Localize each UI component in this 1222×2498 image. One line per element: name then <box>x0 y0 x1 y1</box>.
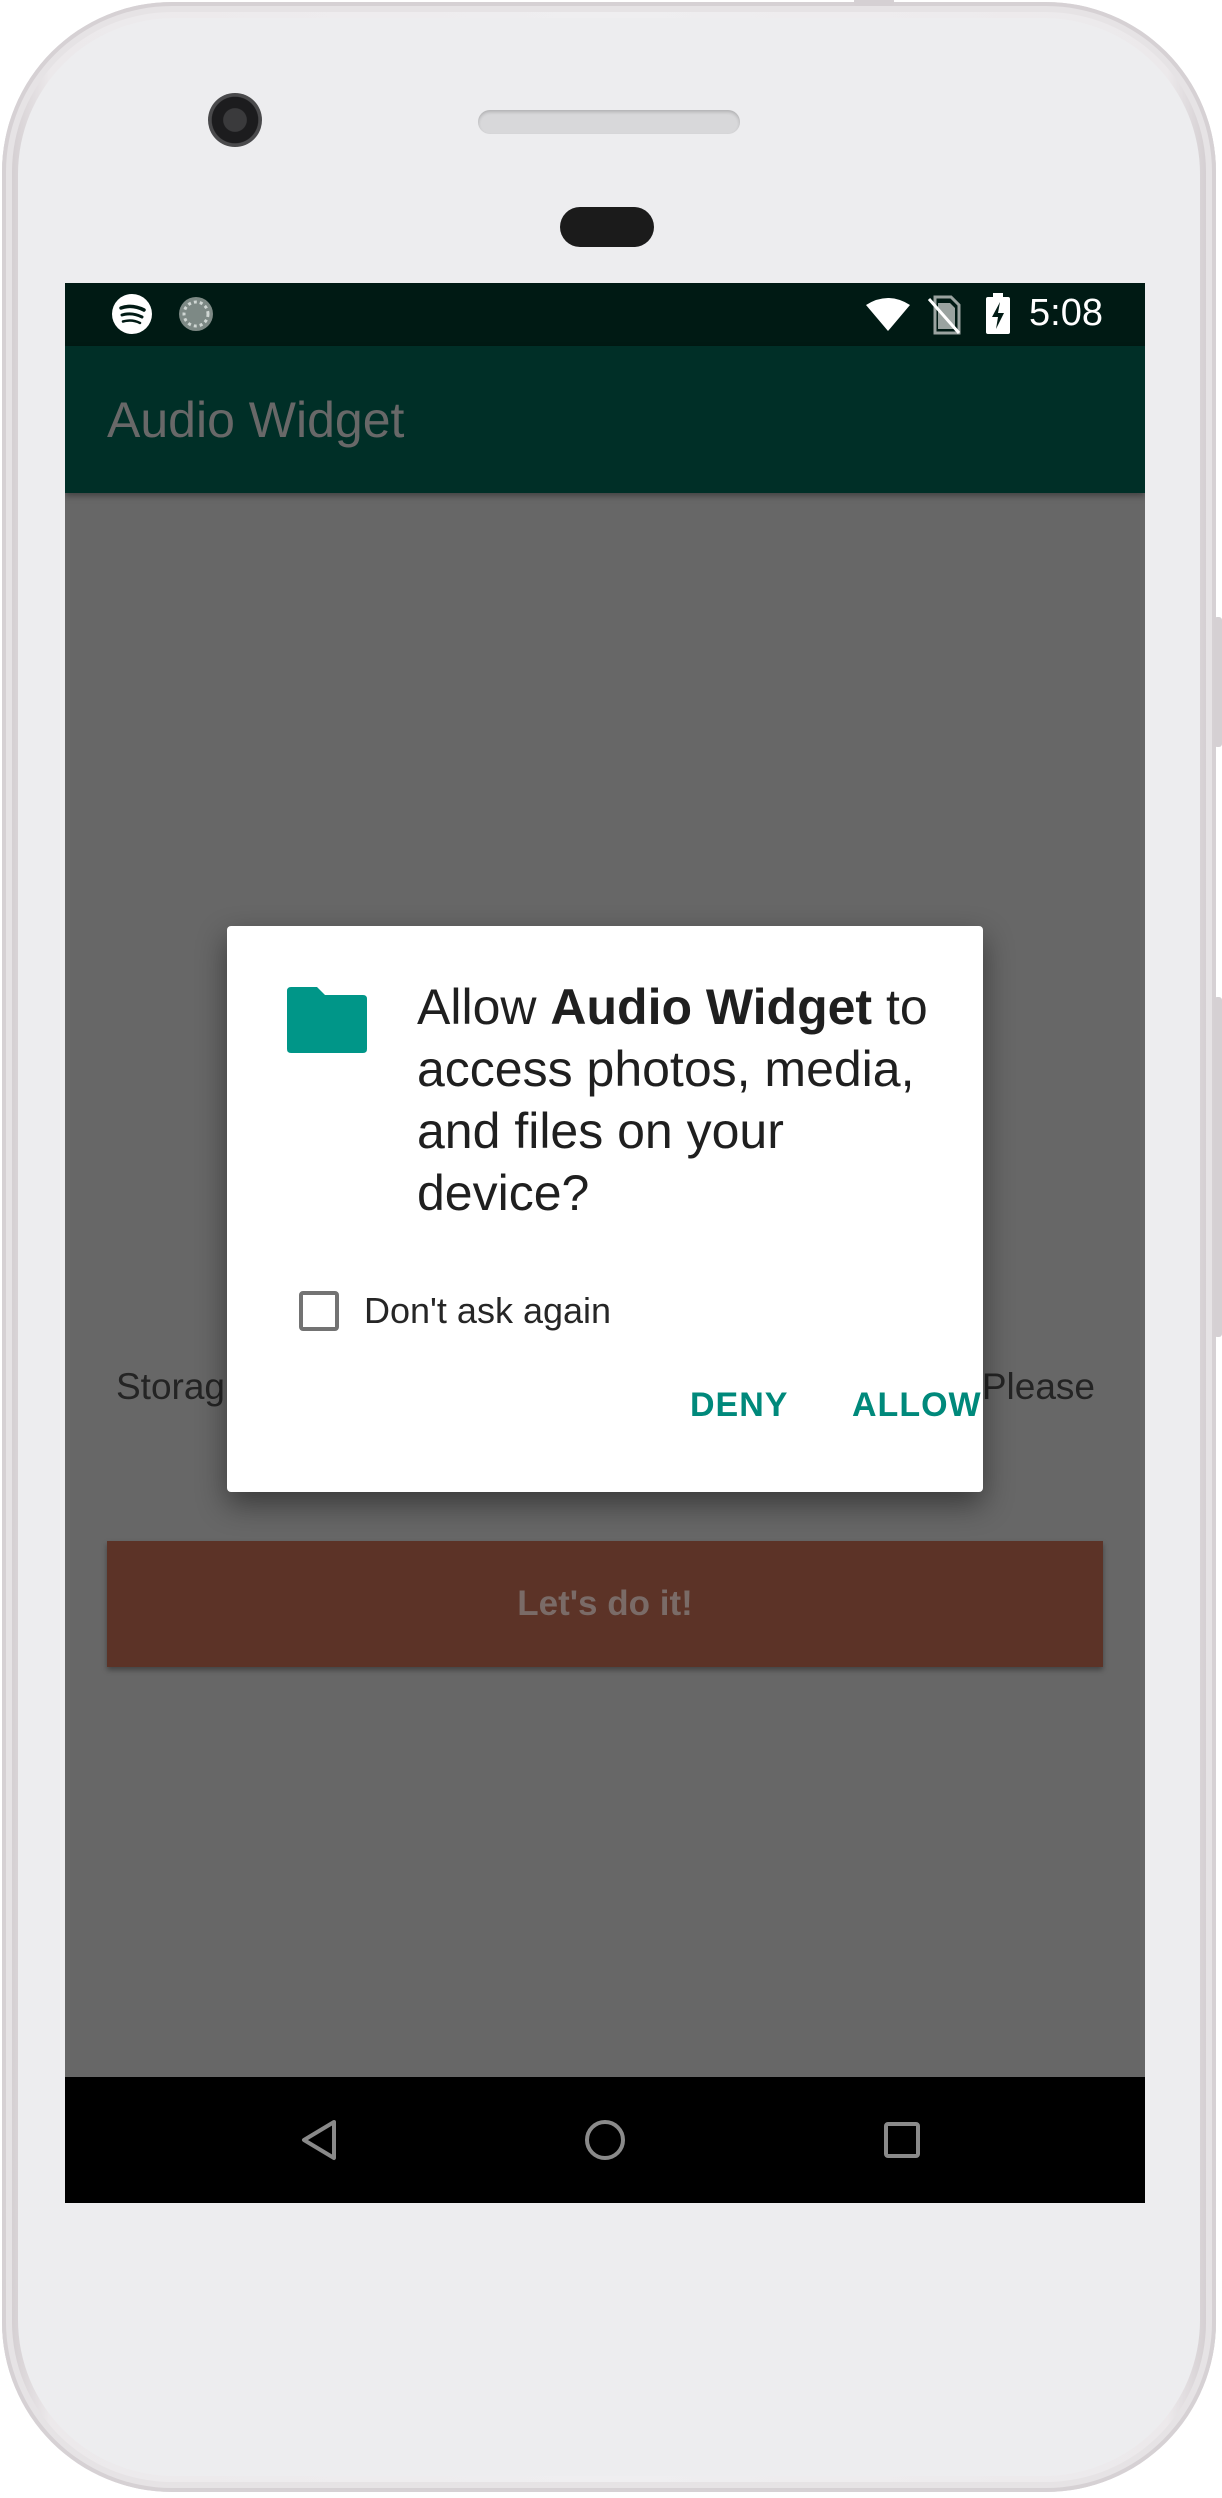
spotify-icon <box>112 294 152 334</box>
screen: 5:08 Audio Widget Storag Please Let's do… <box>65 283 1145 2203</box>
battery-charging-icon <box>986 293 1010 334</box>
loading-circle-icon <box>179 297 213 331</box>
home-icon[interactable] <box>572 2107 638 2173</box>
dont-ask-again-label[interactable]: Don't ask again <box>364 1290 611 1332</box>
recents-icon[interactable] <box>869 2107 935 2173</box>
top-edge-button <box>854 0 894 6</box>
status-bar: 5:08 <box>65 283 1145 346</box>
lets-do-it-button: Let's do it! <box>107 1541 1103 1667</box>
message-prefix: Allow <box>417 979 551 1035</box>
back-icon[interactable] <box>287 2107 353 2173</box>
permission-dialog: Allow Audio Widget to access photos, med… <box>227 926 983 1492</box>
background-text-left: Storag <box>116 1366 226 1407</box>
no-sim-icon <box>927 295 961 335</box>
background-text-right: Please <box>981 1366 1095 1407</box>
permission-message: Allow Audio Widget to access photos, med… <box>417 976 957 1224</box>
app-title: Audio Widget <box>107 392 405 448</box>
front-camera <box>208 93 262 147</box>
earpiece-speaker <box>478 110 740 134</box>
power-button <box>1214 617 1222 747</box>
volume-button <box>1214 997 1222 1337</box>
folder-icon <box>287 987 367 1053</box>
message-app-name: Audio Widget <box>550 979 873 1035</box>
app-bar: Audio Widget <box>65 346 1145 493</box>
deny-button[interactable]: DENY <box>690 1386 788 1425</box>
proximity-sensor <box>560 207 654 247</box>
navigation-bar <box>65 2077 1145 2203</box>
status-time: 5:08 <box>1029 292 1103 334</box>
dont-ask-again-checkbox[interactable] <box>299 1291 339 1331</box>
wifi-icon <box>866 298 910 331</box>
allow-button[interactable]: ALLOW <box>852 1386 982 1425</box>
